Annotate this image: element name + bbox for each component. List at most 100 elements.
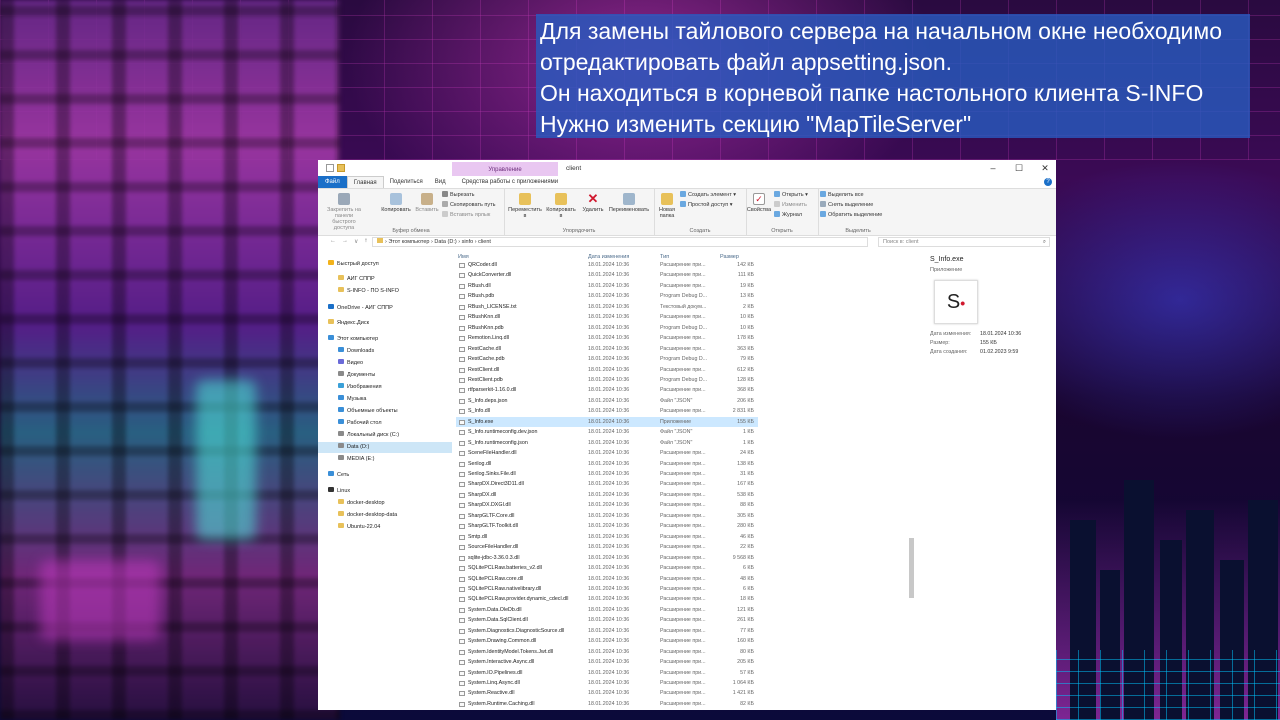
sidebar-item[interactable]: Документы bbox=[318, 370, 452, 381]
tab-home[interactable]: Главная bbox=[346, 175, 384, 189]
file-row[interactable]: S_Info.dll 18.01.2024 10:36 Расширение при… bbox=[456, 406, 758, 417]
address-bar[interactable]: › Этот компьютер › Data (D:) › sinfo › c… bbox=[372, 237, 868, 247]
file-row[interactable]: RestClient.pdb 18.01.2024 10:36 Program De… bbox=[456, 375, 758, 386]
close-button[interactable]: ✕ bbox=[1040, 162, 1050, 174]
file-row[interactable]: rtfparserkit-1.16.0.dll 18.01.2024 10:36 Р… bbox=[456, 385, 758, 396]
search-input[interactable]: Поиск в: client ⌕ bbox=[878, 237, 1050, 247]
file-row[interactable]: SQLitePCLRaw.nativelibrary.dll 18.01.2024… bbox=[456, 584, 758, 595]
tab-share[interactable]: Поделиться bbox=[384, 176, 429, 188]
file-row[interactable]: RestCache.dll 18.01.2024 10:36 Расширение … bbox=[456, 344, 758, 355]
file-row[interactable]: S_Info.runtimeconfig.json 18.01.2024 10:3… bbox=[456, 438, 758, 449]
sidebar-item[interactable]: Сеть bbox=[318, 470, 452, 481]
sidebar-item[interactable]: Объемные объекты bbox=[318, 406, 452, 417]
sidebar-item[interactable]: АИГ СППР bbox=[318, 274, 452, 285]
recent-button[interactable]: ∨ bbox=[354, 238, 358, 245]
file-row[interactable]: Serilog.dll 18.01.2024 10:36 Расширение пр… bbox=[456, 459, 758, 470]
file-row[interactable]: Remotion.Linq.dll 18.01.2024 10:36 Расшире… bbox=[456, 333, 758, 344]
properties-icon[interactable] bbox=[326, 164, 334, 172]
copy-to-button[interactable]: Копировать в bbox=[544, 193, 578, 219]
file-row[interactable]: System.Interactive.Async.dll 18.01.2024 1… bbox=[456, 657, 758, 668]
rename-button[interactable]: Переименовать bbox=[608, 193, 650, 213]
delete-button[interactable]: ✕ Удалить bbox=[580, 192, 606, 213]
file-row[interactable]: System.Data.SqlClient.dll 18.01.2024 10:3… bbox=[456, 615, 758, 626]
file-row[interactable]: RBushKnn.dll 18.01.2024 10:36 Расширение п… bbox=[456, 312, 758, 323]
file-row[interactable]: RBush.pdb 18.01.2024 10:36 Program Debug D… bbox=[456, 291, 758, 302]
tab-app-tools[interactable]: Средства работы с приложениями bbox=[456, 176, 564, 188]
help-icon[interactable]: ? bbox=[1044, 178, 1052, 186]
file-row[interactable]: SQLitePCLRaw.batteries_v2.dll 18.01.2024 … bbox=[456, 563, 758, 574]
sidebar-item[interactable]: Музыка bbox=[318, 394, 452, 405]
minimize-button[interactable]: – bbox=[988, 162, 998, 174]
open-button[interactable]: Открыть ▾ bbox=[774, 190, 808, 200]
dropdown-icon[interactable] bbox=[348, 164, 356, 172]
sidebar-item[interactable]: Яндекс.Диск bbox=[318, 318, 452, 329]
file-row[interactable]: RestCache.pdb 18.01.2024 10:36 Program Deb… bbox=[456, 354, 758, 365]
file-row[interactable]: System.Runtime.Caching.dll 18.01.2024 10:… bbox=[456, 699, 758, 710]
scrollbar-thumb[interactable] bbox=[909, 538, 914, 598]
up-button[interactable]: ↑ bbox=[364, 238, 367, 245]
file-row[interactable]: System.Data.OleDb.dll 18.01.2024 10:36 Рас… bbox=[456, 605, 758, 616]
file-row[interactable]: System.Drawing.Common.dll 18.01.2024 10:3… bbox=[456, 636, 758, 647]
file-row[interactable]: QuickConverter.dll 18.01.2024 10:36 Расшир… bbox=[456, 270, 758, 281]
sidebar-item[interactable]: Быстрый доступ bbox=[318, 259, 452, 270]
file-row[interactable]: SceneFileHandler.dll 18.01.2024 10:36 Расш… bbox=[456, 448, 758, 459]
folder-icon[interactable] bbox=[337, 164, 345, 172]
back-button[interactable]: ← bbox=[330, 238, 336, 245]
new-folder-button[interactable]: Новая папка bbox=[656, 193, 678, 219]
sidebar-item[interactable]: docker-desktop-data bbox=[318, 510, 452, 521]
file-row[interactable]: RBush_LICENSE.txt 18.01.2024 10:36 Текстов… bbox=[456, 302, 758, 313]
sidebar-item[interactable]: Этот компьютер bbox=[318, 334, 452, 345]
history-button[interactable]: Журнал bbox=[774, 210, 802, 220]
file-row[interactable]: System.IO.Pipelines.dll 18.01.2024 10:36 Р… bbox=[456, 668, 758, 679]
copy-path-button[interactable]: Скопировать путь bbox=[442, 200, 496, 210]
file-row[interactable]: SharpDX.dll 18.01.2024 10:36 Расширение пр… bbox=[456, 490, 758, 501]
file-row[interactable]: SQLitePCLRaw.provider.dynamic_cdecl.dll 1… bbox=[456, 594, 758, 605]
new-item-button[interactable]: Создать элемент ▾ bbox=[680, 190, 736, 200]
file-row[interactable]: SharpDX.DXGI.dll 18.01.2024 10:36 Расширен… bbox=[456, 500, 758, 511]
sidebar-item[interactable]: Linux bbox=[318, 486, 452, 497]
file-row[interactable]: SharpGLTF.Core.dll 18.01.2024 10:36 Расшир… bbox=[456, 511, 758, 522]
sidebar-item[interactable]: OneDrive - АИГ СППР bbox=[318, 303, 452, 314]
copy-button[interactable]: Копировать bbox=[380, 193, 412, 213]
file-row[interactable]: SharpGLTF.Toolkit.dll 18.01.2024 10:36 Рас… bbox=[456, 521, 758, 532]
file-row[interactable]: SourceFileHandler.dll 18.01.2024 10:36 Рас… bbox=[456, 542, 758, 553]
sidebar-item[interactable]: Видео bbox=[318, 358, 452, 369]
maximize-button[interactable]: ☐ bbox=[1014, 162, 1024, 174]
cut-button[interactable]: Вырезать bbox=[442, 190, 474, 200]
file-row[interactable]: SharpDX.Direct3D11.dll 18.01.2024 10:36 Ра… bbox=[456, 479, 758, 490]
file-row[interactable]: SQLitePCLRaw.core.dll 18.01.2024 10:36 Рас… bbox=[456, 574, 758, 585]
move-to-button[interactable]: Переместить в bbox=[508, 193, 542, 219]
paste-button[interactable]: Вставить bbox=[414, 193, 440, 213]
forward-button[interactable]: → bbox=[342, 238, 348, 245]
sidebar-item[interactable]: Рабочий стол bbox=[318, 418, 452, 429]
sidebar-item[interactable]: Downloads bbox=[318, 346, 452, 357]
sidebar-item[interactable]: MEDIA (E:) bbox=[318, 454, 452, 465]
select-all-button[interactable]: Выделить все bbox=[820, 190, 864, 200]
file-row[interactable]: System.Reactive.dll 18.01.2024 10:36 Расши… bbox=[456, 688, 758, 699]
file-row[interactable]: Smtp.dll 18.01.2024 10:36 Расширение при..… bbox=[456, 532, 758, 543]
tab-file[interactable]: Файл bbox=[318, 176, 347, 188]
file-row[interactable]: S_Info.deps.json 18.01.2024 10:36 Файл "JS… bbox=[456, 396, 758, 407]
file-row[interactable]: RestClient.dll 18.01.2024 10:36 Расширение… bbox=[456, 365, 758, 376]
file-row[interactable]: RBushKnn.pdb 18.01.2024 10:36 Program Debu… bbox=[456, 323, 758, 334]
sidebar-item[interactable]: Локальный диск (C:) bbox=[318, 430, 452, 441]
pin-button[interactable]: Закрепить на панели быстрого доступа bbox=[324, 193, 364, 231]
sidebar-item[interactable]: Изображения bbox=[318, 382, 452, 393]
file-row[interactable]: Serilog.Sinks.File.dll 18.01.2024 10:36 Ра… bbox=[456, 469, 758, 480]
tab-view[interactable]: Вид bbox=[429, 176, 452, 188]
file-row[interactable]: QRCoder.dll 18.01.2024 10:36 Расширение пр… bbox=[456, 260, 758, 271]
file-row[interactable]: System.Linq.Async.dll 18.01.2024 10:36 Рас… bbox=[456, 678, 758, 689]
sidebar-item[interactable]: docker-desktop bbox=[318, 498, 452, 509]
file-row[interactable]: S_Info.exe 18.01.2024 10:36 Приложение 155 … bbox=[456, 416, 758, 428]
edit-button[interactable]: Изменить bbox=[774, 200, 807, 210]
file-row[interactable]: RBush.dll 18.01.2024 10:36 Расширение при.… bbox=[456, 281, 758, 292]
invert-selection-button[interactable]: Обратить выделение bbox=[820, 210, 882, 220]
sidebar-item[interactable]: S-INFO - ПО S-INFO bbox=[318, 286, 452, 297]
sidebar-item[interactable]: Ubuntu-22.04 bbox=[318, 522, 452, 533]
select-none-button[interactable]: Снять выделение bbox=[820, 200, 873, 210]
sidebar-item[interactable]: Data (D:) bbox=[318, 442, 452, 453]
paste-shortcut-button[interactable]: Вставить ярлык bbox=[442, 210, 490, 220]
file-list-scrollbar[interactable] bbox=[908, 254, 914, 710]
file-row[interactable]: S_Info.runtimeconfig.dev.json 18.01.2024 … bbox=[456, 427, 758, 438]
easy-access-button[interactable]: Простой доступ ▾ bbox=[680, 200, 733, 210]
